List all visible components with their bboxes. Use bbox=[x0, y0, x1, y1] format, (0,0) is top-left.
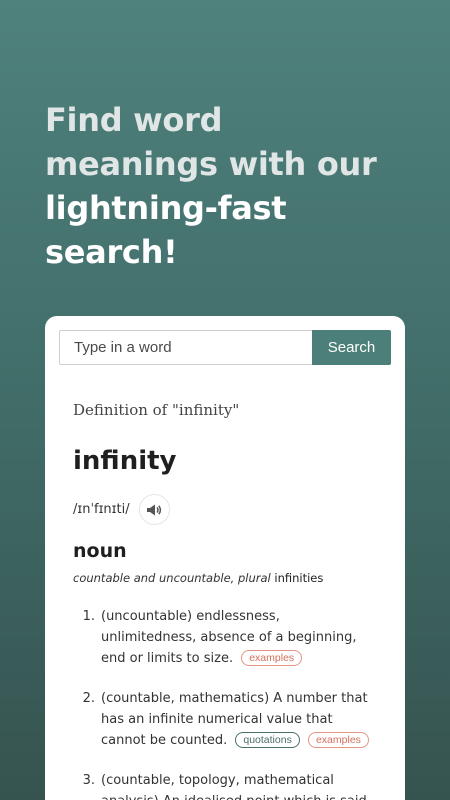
sense-number: 1. bbox=[82, 609, 95, 624]
search-button[interactable]: Search bbox=[312, 330, 391, 365]
examples-tag[interactable]: examples bbox=[307, 732, 369, 748]
list-item: 1. (uncountable) endlessness, unlimitedn… bbox=[73, 606, 373, 669]
promo-headline: Find word meanings with our lightning-fa… bbox=[45, 98, 405, 274]
sense-content: (countable, topology, mathematical analy… bbox=[101, 770, 373, 800]
sense-list: 1. (uncountable) endlessness, unlimitedn… bbox=[73, 606, 373, 800]
pronunciation-text: /ɪnˈfɪnɪti/ bbox=[73, 502, 130, 517]
headword: infinity bbox=[73, 446, 177, 476]
play-audio-button[interactable] bbox=[138, 494, 170, 525]
definition-heading: Definition of "infinity" bbox=[73, 401, 240, 419]
sense-content: (countable, mathematics) A number that h… bbox=[101, 688, 373, 751]
dictionary-card: Search Definition of "infinity" infinity… bbox=[45, 316, 405, 800]
sense-number: 2. bbox=[82, 691, 95, 706]
headline-part1: Find word meanings with our bbox=[45, 101, 377, 183]
plural-form: infinities bbox=[274, 571, 324, 585]
examples-tag[interactable]: examples bbox=[241, 650, 303, 666]
list-item: 2. (countable, mathematics) A number tha… bbox=[73, 688, 373, 751]
headline-part2: lightning-fast search! bbox=[45, 189, 287, 271]
search-input[interactable] bbox=[59, 330, 312, 365]
pronunciation-row: /ɪnˈfɪnɪti/ bbox=[73, 494, 170, 525]
part-of-speech: noun bbox=[73, 540, 127, 562]
quotations-tag[interactable]: quotations bbox=[235, 732, 300, 748]
sense-content: (uncountable) endlessness, unlimitedness… bbox=[101, 606, 373, 669]
speaker-icon bbox=[147, 504, 162, 515]
list-item: 3. (countable, topology, mathematical an… bbox=[73, 770, 373, 800]
search-bar: Search bbox=[59, 330, 391, 365]
sense-text: (uncountable) endlessness, unlimitedness… bbox=[101, 609, 357, 666]
grammar-italic: countable and uncountable, plural bbox=[73, 571, 271, 585]
grammar-note: countable and uncountable, plural infini… bbox=[73, 571, 323, 585]
sense-number: 3. bbox=[82, 773, 95, 788]
sense-text: (countable, topology, mathematical analy… bbox=[101, 773, 367, 800]
